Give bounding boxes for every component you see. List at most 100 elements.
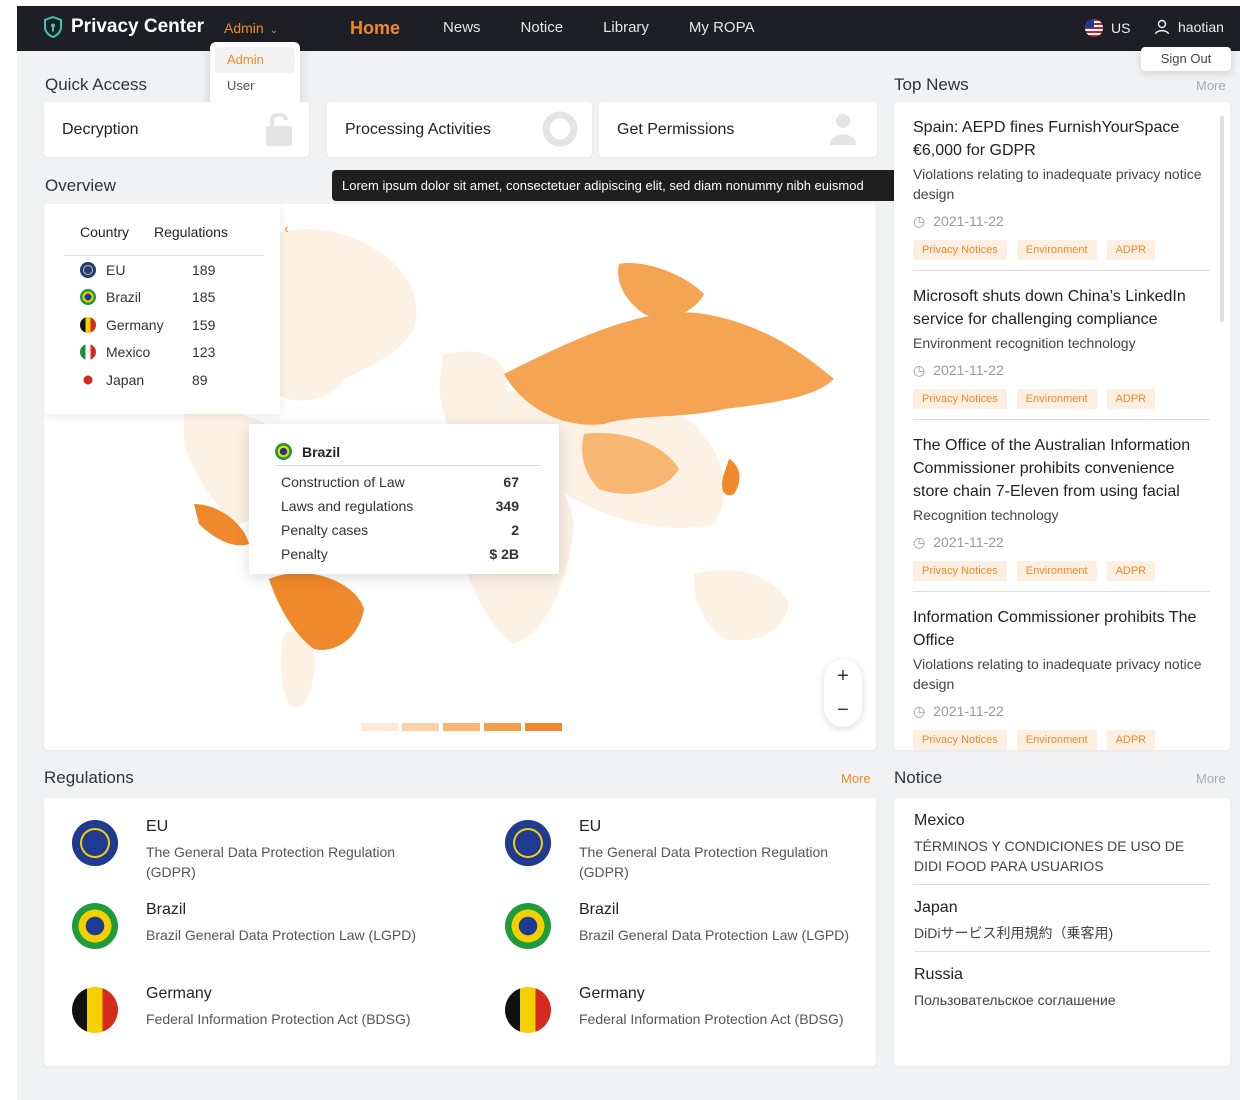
table-row[interactable]: Japan 89 [64, 366, 264, 394]
tag[interactable]: Environment [1016, 240, 1097, 260]
top-bar: Privacy Center Admin ⌄ Home News Notice L… [17, 6, 1240, 51]
notice-item[interactable]: Japan DiDiサービス利用規約（乗客用) [914, 885, 1210, 952]
brand[interactable]: Privacy Center [43, 16, 204, 38]
nav-library[interactable]: Library [583, 6, 669, 51]
news-item[interactable]: Microsoft shuts down China’s LinkedIn se… [913, 271, 1210, 420]
news-date-text: 2021-11-22 [933, 213, 1004, 229]
news-title: Information Commissioner prohibits The O… [913, 609, 1197, 649]
table-row[interactable]: EU 189 [64, 256, 264, 284]
quick-access-decryption[interactable]: Decryption [44, 102, 309, 157]
role-selector[interactable]: Admin ⌄ [224, 20, 278, 36]
tag[interactable]: Environment [1016, 730, 1097, 750]
australia-land [693, 570, 789, 641]
tag[interactable]: ADPR [1106, 730, 1156, 750]
regulation-country: Germany [579, 985, 645, 1002]
notice-item[interactable]: Russia Пользовательское соглашение [914, 952, 1210, 1018]
tag[interactable]: Privacy Notices [913, 561, 1007, 581]
country-name: Germany [106, 316, 164, 333]
popup-row: Laws and regulations 349 [281, 494, 541, 518]
scrollbar[interactable] [1220, 116, 1224, 322]
top-news-title: Top News [894, 75, 969, 94]
top-news-more-link[interactable]: More [1196, 78, 1226, 93]
news-date: ◷ 2021-11-22 [913, 359, 1210, 381]
news-tags: Privacy Notices Environment ADPR [913, 389, 1210, 419]
mexico-flag-icon [80, 344, 96, 361]
greenland-region [618, 263, 704, 318]
regulations-card: EU The General Data Protection Regulatio… [44, 798, 876, 1066]
role-dropdown: Admin User [210, 42, 300, 108]
notice-more-link[interactable]: More [1196, 771, 1226, 786]
nav-news[interactable]: News [423, 6, 501, 51]
table-header: Country Regulations [64, 224, 264, 256]
notice-item[interactable]: Mexico TÉRMINOS Y CONDICIONES DE USO DE … [914, 798, 1210, 885]
news-item[interactable]: Information Commissioner prohibits The O… [913, 592, 1210, 750]
regulation-item[interactable]: Brazil Brazil General Data Protection La… [72, 901, 452, 971]
brazil-flag-icon [80, 289, 96, 306]
news-item[interactable]: The Office of the Australian Information… [913, 420, 1210, 592]
nav-home[interactable]: Home [327, 6, 423, 51]
nav-notice[interactable]: Notice [501, 6, 584, 51]
tag[interactable]: ADPR [1106, 240, 1156, 260]
map-legend [361, 723, 562, 731]
tag[interactable]: Environment [1016, 389, 1097, 409]
notice-country: Japan [914, 899, 958, 916]
collapse-table-chevron-left-icon[interactable]: ‹ [284, 220, 289, 236]
table-row[interactable]: Mexico 123 [64, 339, 264, 367]
regulation-item[interactable]: Germany Federal Information Protection A… [505, 985, 885, 1055]
news-description: Recognition technology [913, 507, 1059, 523]
news-tags: Privacy Notices Environment ADPR [913, 730, 1210, 750]
regulation-description: Federal Information Protection Act (BDSG… [146, 1011, 411, 1027]
shield-icon [44, 16, 62, 38]
news-item[interactable]: Spain: AEPD fines FurnishYourSpace €6,00… [913, 102, 1210, 271]
role-option-user[interactable]: User [215, 73, 295, 99]
user-menu[interactable]: haotian [1154, 19, 1224, 35]
table-row[interactable]: Brazil 185 [64, 284, 264, 312]
regulation-country: Germany [146, 985, 212, 1002]
notice-country: Russia [914, 966, 963, 983]
quick-access-get-permissions[interactable]: Get Permissions [599, 102, 877, 157]
regulation-item[interactable]: Germany Federal Information Protection A… [72, 985, 452, 1055]
brazil-flag-icon [72, 903, 118, 949]
legend-swatch [402, 723, 439, 731]
region-selector[interactable]: US [1085, 19, 1130, 37]
role-label: Admin [224, 20, 264, 36]
country-name: EU [106, 261, 126, 278]
tag[interactable]: Privacy Notices [913, 730, 1007, 750]
tag[interactable]: ADPR [1106, 561, 1156, 581]
japan-region [722, 459, 740, 496]
popup-row-label: Penalty [281, 546, 328, 562]
clock-icon: ◷ [913, 702, 926, 719]
tag[interactable]: Privacy Notices [913, 389, 1007, 409]
quick-access-processing-activities[interactable]: Processing Activities [327, 102, 592, 157]
tag[interactable]: Privacy Notices [913, 240, 1007, 260]
regulation-item[interactable]: Brazil Brazil General Data Protection La… [505, 901, 885, 971]
regulation-item[interactable]: EU The General Data Protection Regulatio… [505, 818, 885, 888]
regulation-count: 159 [192, 316, 216, 333]
regulation-country: Brazil [146, 901, 187, 918]
lock-icon [266, 112, 292, 146]
nav-my-ropa[interactable]: My ROPA [669, 6, 775, 51]
quick-access-label: Processing Activities [345, 120, 491, 138]
regulations-more-link[interactable]: More [841, 771, 871, 786]
tag[interactable]: ADPR [1106, 389, 1156, 409]
country-name: Japan [106, 371, 145, 388]
tag[interactable]: Environment [1016, 561, 1097, 581]
user-name: haotian [1178, 19, 1224, 35]
sign-out-button[interactable]: Sign Out [1141, 47, 1231, 71]
clock-icon: ◷ [913, 361, 926, 378]
eu-flag-icon [72, 820, 118, 866]
role-option-admin[interactable]: Admin [215, 47, 295, 73]
user-permission-icon [830, 114, 856, 145]
overview-title: Overview [45, 176, 116, 195]
popup-row: Penalty $ 2B [281, 542, 541, 566]
zoom-out-button[interactable]: − [824, 693, 862, 727]
news-title: Spain: AEPD fines FurnishYourSpace €6,00… [913, 119, 1180, 159]
news-tags: Privacy Notices Environment ADPR [913, 240, 1210, 270]
japan-flag-icon [80, 371, 96, 388]
news-description: Environment recognition technology [913, 335, 1136, 351]
popup-row-value: $ 2B [489, 546, 519, 562]
table-row[interactable]: Germany 159 [64, 311, 264, 339]
regulation-item[interactable]: EU The General Data Protection Regulatio… [72, 818, 452, 888]
zoom-in-button[interactable]: + [824, 659, 862, 693]
popup-header: Brazil [275, 438, 541, 466]
